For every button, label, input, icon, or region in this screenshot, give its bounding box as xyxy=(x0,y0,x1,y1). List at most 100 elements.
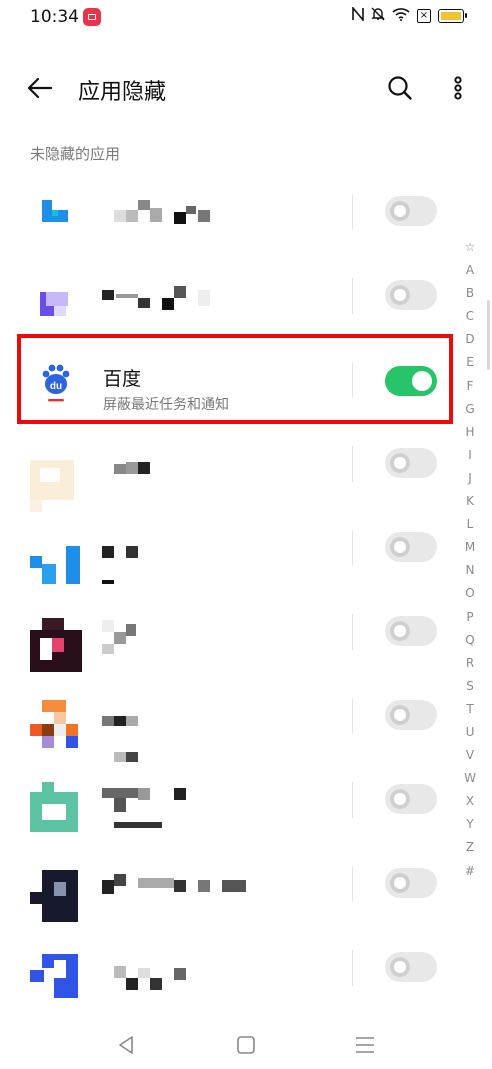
back-arrow-icon xyxy=(27,77,53,99)
app-icon xyxy=(30,438,82,512)
row-divider xyxy=(352,698,353,734)
highlight-box xyxy=(17,334,453,424)
app-name-redacted xyxy=(102,704,222,762)
app-icon xyxy=(30,858,82,922)
triangle-back-icon xyxy=(119,1036,133,1054)
app-row[interactable] xyxy=(0,678,460,762)
app-row[interactable] xyxy=(0,762,460,846)
no-sim-icon: × xyxy=(417,9,431,23)
hide-toggle[interactable] xyxy=(385,868,437,898)
section-header: 未隐藏的应用 xyxy=(30,145,121,163)
index-letter[interactable]: P xyxy=(458,606,482,629)
app-icon xyxy=(30,774,82,832)
index-letter[interactable]: A xyxy=(458,259,482,282)
app-row[interactable] xyxy=(0,258,460,342)
more-options-button[interactable] xyxy=(446,74,470,102)
index-letter[interactable]: T xyxy=(458,698,482,721)
index-letter[interactable]: F xyxy=(458,375,482,398)
row-divider xyxy=(352,278,353,314)
index-letter[interactable]: R xyxy=(458,652,482,675)
page-title: 应用隐藏 xyxy=(78,80,167,105)
app-bar: 应用隐藏 xyxy=(0,60,492,116)
app-icon xyxy=(30,522,82,584)
index-letter[interactable]: X xyxy=(458,790,482,813)
row-divider xyxy=(352,614,353,650)
row-divider xyxy=(352,446,353,482)
square-home-icon xyxy=(237,1036,255,1054)
app-row[interactable] xyxy=(0,426,460,512)
app-icon xyxy=(30,690,82,748)
index-letter[interactable]: G xyxy=(458,398,482,421)
nav-back-button[interactable] xyxy=(116,1034,138,1056)
app-icon xyxy=(30,606,82,672)
nfc-icon xyxy=(352,5,364,25)
index-letter[interactable]: D xyxy=(458,328,482,351)
app-row[interactable] xyxy=(0,594,460,678)
app-row[interactable] xyxy=(0,174,460,258)
nav-home-button[interactable] xyxy=(235,1034,257,1056)
index-letter[interactable]: Q xyxy=(458,629,482,652)
index-letter[interactable]: Z xyxy=(458,836,482,859)
row-divider xyxy=(352,530,353,566)
more-vertical-icon xyxy=(454,76,462,100)
hide-toggle[interactable] xyxy=(385,280,437,310)
battery-icon xyxy=(438,9,467,23)
index-letter[interactable]: K xyxy=(458,490,482,513)
row-divider xyxy=(352,950,353,986)
row-divider xyxy=(352,866,353,902)
index-letter[interactable]: J xyxy=(458,467,482,490)
app-name-redacted xyxy=(102,452,222,474)
hide-toggle[interactable] xyxy=(385,448,437,478)
index-star[interactable]: ☆ xyxy=(458,236,482,259)
app-name-redacted xyxy=(102,536,222,584)
index-letter[interactable]: B xyxy=(458,282,482,305)
hide-toggle[interactable] xyxy=(385,616,437,646)
scrollbar[interactable] xyxy=(487,300,490,370)
index-letter[interactable]: L xyxy=(458,513,482,536)
nav-recents-button[interactable] xyxy=(354,1034,376,1056)
app-name-redacted xyxy=(102,284,222,310)
screen-record-icon xyxy=(83,8,101,26)
status-bar: 10:34 × xyxy=(0,0,492,36)
back-button[interactable] xyxy=(26,76,54,100)
status-icons: × xyxy=(352,5,467,25)
status-time: 10:34 xyxy=(30,7,79,27)
search-button[interactable] xyxy=(386,74,414,102)
row-divider xyxy=(352,194,353,230)
hide-toggle[interactable] xyxy=(385,784,437,814)
app-name-redacted xyxy=(102,956,222,990)
app-name-redacted xyxy=(102,872,246,894)
system-nav-bar xyxy=(0,1020,492,1069)
index-letter[interactable]: S xyxy=(458,675,482,698)
app-row[interactable] xyxy=(0,846,460,930)
index-letter[interactable]: I xyxy=(458,444,482,467)
alphabet-index[interactable]: ☆ A B C D E F G H I J K L M N O P Q R S … xyxy=(458,236,482,883)
index-letter[interactable]: H xyxy=(458,421,482,444)
menu-recents-icon xyxy=(356,1037,374,1053)
index-letter[interactable]: V xyxy=(458,744,482,767)
app-row[interactable] xyxy=(0,930,460,1014)
wifi-icon xyxy=(392,7,410,25)
index-letter[interactable]: O xyxy=(458,582,482,605)
row-divider xyxy=(352,782,353,818)
search-icon xyxy=(388,76,412,100)
mute-icon xyxy=(371,7,385,25)
index-letter[interactable]: E xyxy=(458,351,482,374)
app-icon xyxy=(30,270,82,322)
app-name-redacted xyxy=(102,788,222,828)
app-row[interactable] xyxy=(0,510,460,594)
index-letter[interactable]: W xyxy=(458,767,482,790)
index-letter[interactable]: U xyxy=(458,721,482,744)
hide-toggle[interactable] xyxy=(385,196,437,226)
hide-toggle[interactable] xyxy=(385,532,437,562)
hide-toggle[interactable] xyxy=(385,952,437,982)
app-icon xyxy=(30,942,82,998)
app-name-redacted xyxy=(102,200,222,224)
index-letter[interactable]: N xyxy=(458,559,482,582)
index-letter[interactable]: C xyxy=(458,305,482,328)
hide-toggle[interactable] xyxy=(385,700,437,730)
index-hash[interactable]: # xyxy=(458,860,482,883)
index-letter[interactable]: M xyxy=(458,536,482,559)
app-name-redacted xyxy=(102,620,222,654)
index-letter[interactable]: Y xyxy=(458,813,482,836)
